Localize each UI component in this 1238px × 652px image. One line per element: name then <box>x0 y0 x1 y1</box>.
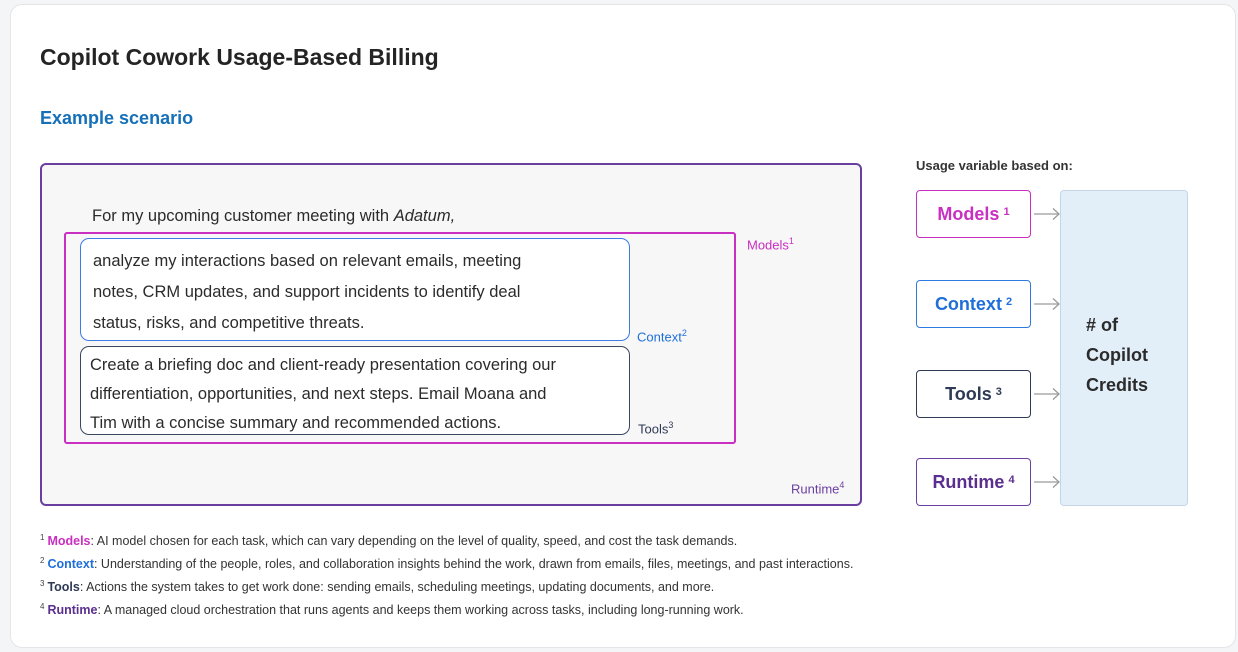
runtime-tag-label: Runtime <box>791 481 840 497</box>
footnote-term: Runtime <box>47 603 98 618</box>
prompt-customer-name: Adatum, <box>393 207 456 225</box>
prompt-intro: For my upcoming customer meeting with Ad… <box>92 207 455 226</box>
tools-prompt-text: Create a briefing doc and client-ready p… <box>90 351 625 438</box>
footnote-num: 1 <box>40 533 45 542</box>
tools-tag-num: 3 <box>668 420 674 430</box>
context-line: status, risks, and competitive threats. <box>93 314 365 332</box>
arrow-right-icon <box>1034 476 1060 488</box>
variable-num: 2 <box>1005 296 1013 308</box>
usage-variable-label: Usage variable based on: <box>916 158 1073 173</box>
context-line: notes, CRM updates, and support incident… <box>93 283 521 301</box>
copilot-credits-label: # of Copilot Credits <box>1086 310 1176 400</box>
footnotes: 1 Models: AI model chosen for each task, … <box>40 530 853 622</box>
arrow-right-icon <box>1034 388 1060 400</box>
footnote-text: : A managed cloud orchestration that run… <box>97 603 744 618</box>
variable-num: 3 <box>995 386 1002 398</box>
runtime-tag-num: 4 <box>839 480 845 490</box>
models-tag-label: Models <box>747 237 789 253</box>
footnote-tools: 3 Tools: Actions the system takes to get … <box>40 576 853 599</box>
variable-box-tools: Tools 3 <box>916 370 1031 418</box>
variable-label: Context <box>934 293 1002 314</box>
footnote-num: 4 <box>40 602 45 611</box>
tools-tag: Tools3 <box>638 420 673 436</box>
footnote-text: : AI model chosen for each task, which c… <box>90 534 738 549</box>
variable-num: 1 <box>1003 206 1010 218</box>
footnote-models: 1 Models: AI model chosen for each task, … <box>40 530 853 553</box>
arrow-right-icon <box>1034 298 1060 310</box>
footnote-context: 2 Context: Understanding of the people, r… <box>40 553 853 576</box>
credits-line: Credits <box>1086 375 1149 395</box>
variable-num: 4 <box>1008 474 1015 486</box>
variable-box-runtime: Runtime 4 <box>916 458 1031 506</box>
tools-line: Tim with a concise summary and recommend… <box>90 414 502 432</box>
variable-box-context: Context 2 <box>916 280 1031 328</box>
context-tag-num: 2 <box>681 328 687 338</box>
footnote-term: Models <box>47 534 91 549</box>
footnote-num: 3 <box>40 579 45 588</box>
footnote-term: Tools <box>47 580 80 595</box>
context-prompt-text: analyze my interactions based on relevan… <box>93 246 613 339</box>
variable-box-models: Models 1 <box>916 190 1031 238</box>
footnote-term: Context <box>47 557 94 572</box>
context-line: analyze my interactions based on relevan… <box>93 252 522 270</box>
credits-line: # of <box>1086 315 1119 335</box>
footnote-runtime: 4 Runtime: A managed cloud orchestration … <box>40 599 853 622</box>
variable-label: Models <box>937 203 1000 224</box>
page-title: Copilot Cowork Usage-Based Billing <box>40 44 439 70</box>
footnote-num: 2 <box>40 556 45 565</box>
tools-tag-label: Tools <box>638 421 669 437</box>
models-tag: Models1 <box>747 236 794 252</box>
arrow-right-icon <box>1034 208 1060 220</box>
variable-label: Tools <box>945 383 992 404</box>
prompt-intro-text: For my upcoming customer meeting with <box>92 207 394 225</box>
runtime-tag: Runtime4 <box>791 480 844 496</box>
context-tag: Context2 <box>637 328 687 344</box>
models-tag-num: 1 <box>788 236 794 246</box>
tools-line: Create a briefing doc and client-ready p… <box>90 356 556 374</box>
variable-label: Runtime <box>932 471 1005 492</box>
footnote-text: : Understanding of the people, roles, an… <box>93 557 854 572</box>
footnote-text: : Actions the system takes to get work d… <box>79 580 715 595</box>
context-tag-label: Context <box>637 329 682 345</box>
tools-line: differentiation, opportunities, and next… <box>90 385 547 403</box>
credits-line: Copilot <box>1086 345 1148 365</box>
section-subtitle: Example scenario <box>40 108 194 128</box>
